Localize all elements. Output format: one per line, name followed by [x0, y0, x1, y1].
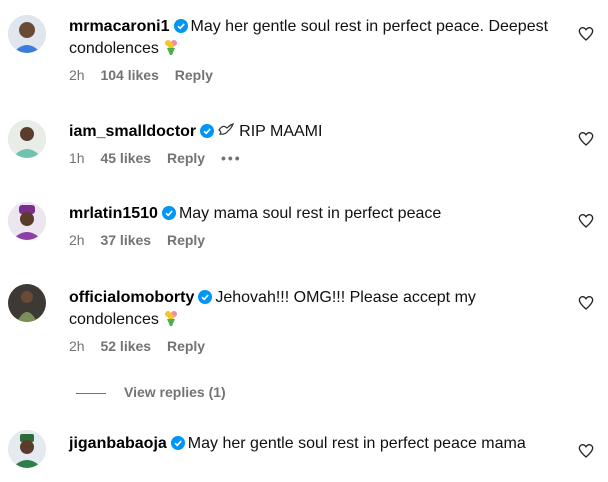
comment-time: 2h — [69, 232, 85, 248]
view-replies-button[interactable]: View replies (1) — [76, 384, 226, 400]
verified-badge-icon — [198, 290, 213, 304]
comment-meta: 2h 37 likes Reply — [69, 231, 568, 249]
comment-username[interactable]: mrlatin1510 — [69, 205, 158, 222]
like-count[interactable]: 37 likes — [100, 232, 151, 248]
avatar[interactable] — [8, 430, 46, 468]
heart-icon[interactable] — [578, 295, 594, 311]
comment-username[interactable]: iam_smalldoctor — [69, 123, 196, 140]
avatar[interactable] — [8, 202, 46, 240]
verified-badge-icon — [200, 124, 215, 138]
like-count[interactable]: 52 likes — [100, 338, 151, 354]
heart-icon[interactable] — [578, 131, 594, 147]
reply-button[interactable]: Reply — [175, 67, 213, 83]
comment-text: jiganbabaoja May her gentle soul rest in … — [69, 433, 568, 455]
comment-body: May her gentle soul rest in perfect peac… — [187, 435, 526, 452]
avatar[interactable] — [8, 15, 46, 53]
more-options-button[interactable]: ••• — [221, 150, 242, 166]
comment-time: 2h — [69, 338, 85, 354]
avatar[interactable] — [8, 284, 46, 322]
like-count[interactable]: 104 likes — [100, 67, 158, 83]
comment-body: RIP MAAMI — [239, 123, 323, 140]
comment-text: mrmacaroni1 May her gentle soul rest in p… — [69, 16, 568, 60]
heart-icon[interactable] — [578, 26, 594, 42]
bouquet-icon — [164, 40, 177, 55]
comment-text: mrlatin1510 May mama soul rest in perfect… — [69, 203, 568, 225]
heart-icon[interactable] — [578, 443, 594, 459]
comment-meta: 1h 45 likes Reply ••• — [69, 149, 568, 167]
like-count[interactable]: 45 likes — [100, 150, 151, 166]
reply-button[interactable]: Reply — [167, 232, 205, 248]
comment-text: officialomoborty Jehovah!!! OMG!!! Please… — [69, 287, 568, 331]
dove-icon — [218, 123, 235, 135]
comment-time: 1h — [69, 150, 85, 166]
reply-button[interactable]: Reply — [167, 150, 205, 166]
comment-username[interactable]: jiganbabaoja — [69, 435, 167, 452]
view-replies-label: View replies (1) — [124, 384, 226, 400]
comment-text: iam_smalldoctor RIP MAAMI — [69, 121, 568, 143]
comment-body: May mama soul rest in perfect peace — [178, 205, 442, 222]
verified-badge-icon — [170, 436, 185, 450]
bouquet-icon — [164, 311, 177, 326]
heart-icon[interactable] — [578, 213, 594, 229]
verified-badge-icon — [173, 19, 188, 33]
comment-username[interactable]: mrmacaroni1 — [69, 18, 170, 35]
comment-meta: 2h 52 likes Reply — [69, 337, 568, 355]
verified-badge-icon — [161, 206, 176, 220]
avatar[interactable] — [8, 120, 46, 158]
divider — [76, 392, 106, 394]
comment-meta: 2h 104 likes Reply — [69, 66, 568, 84]
reply-button[interactable]: Reply — [167, 338, 205, 354]
comment-username[interactable]: officialomoborty — [69, 289, 194, 306]
comment-time: 2h — [69, 67, 85, 83]
